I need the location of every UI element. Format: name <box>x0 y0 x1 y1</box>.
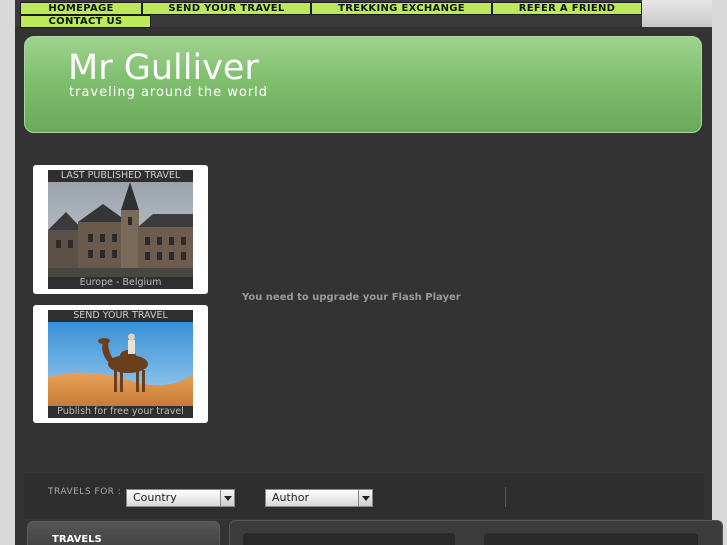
desert-camel-image[interactable] <box>48 322 193 406</box>
flash-upgrade-message[interactable]: You need to upgrade your Flash Player <box>242 292 461 303</box>
site-logo-subtitle: traveling around the world <box>69 85 269 100</box>
chevron-down-icon[interactable] <box>358 490 372 506</box>
country-select-value: Country <box>133 491 177 504</box>
site-logo-title[interactable]: Mr Gulliver <box>68 48 259 88</box>
card-caption: Publish for free your travel <box>48 406 193 418</box>
chevron-down-icon[interactable] <box>220 490 234 506</box>
content-panel-right <box>484 533 698 545</box>
card-caption: Europe - Belgium <box>48 277 193 289</box>
belgium-castle-image[interactable] <box>48 182 193 277</box>
last-published-travel-card[interactable]: LAST PUBLISHED TRAVEL Europe - Belgium <box>33 165 208 294</box>
card-title: SEND YOUR TRAVEL <box>48 310 193 322</box>
travels-section-label: TRAVELS <box>52 534 102 545</box>
travels-for-label: TRAVELS FOR : <box>48 487 122 497</box>
card-title: LAST PUBLISHED TRAVEL <box>48 170 193 182</box>
topbar-right-panel <box>642 0 712 27</box>
author-select[interactable]: Author <box>265 489 373 507</box>
author-select-value: Author <box>272 491 310 504</box>
content-panel-left <box>243 533 455 545</box>
country-select[interactable]: Country <box>126 489 235 507</box>
nav-homepage[interactable]: HOMEPAGE <box>20 2 142 15</box>
send-your-travel-card[interactable]: SEND YOUR TRAVEL Publish for free your t… <box>33 305 208 423</box>
nav-send-your-travel[interactable]: SEND YOUR TRAVEL <box>142 2 311 15</box>
nav-trekking-exchange[interactable]: TREKKING EXCHANGE <box>311 2 492 15</box>
nav-refer-a-friend[interactable]: REFER A FRIEND <box>492 2 642 15</box>
nav-contact-us[interactable]: CONTACT US <box>20 15 151 28</box>
search-divider <box>505 487 506 507</box>
